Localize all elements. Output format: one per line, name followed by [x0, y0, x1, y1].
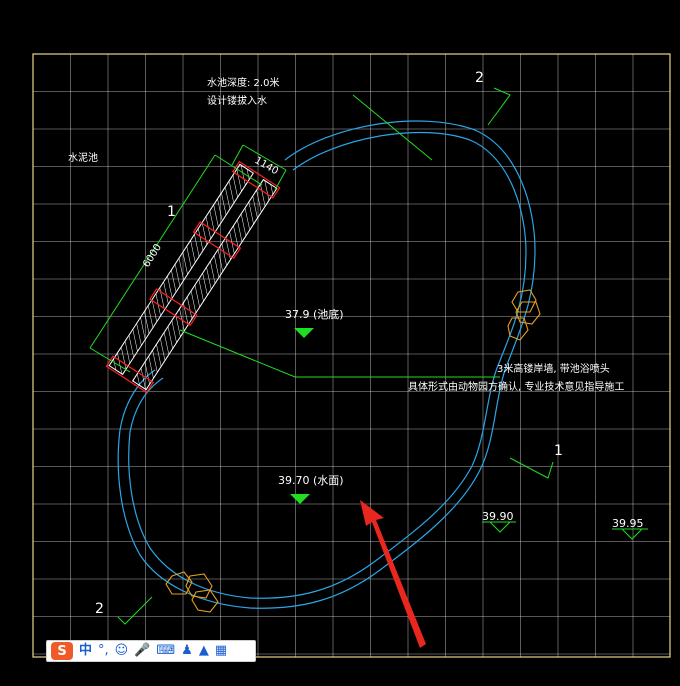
- length-dimension: 6000: [141, 242, 164, 269]
- pool-outline: [117, 120, 536, 609]
- section-mark-top: 2: [475, 70, 484, 86]
- section-mark-right: 1: [554, 443, 563, 459]
- emoji-icon[interactable]: ☺: [115, 642, 129, 660]
- elevation-water-surface: 39.70 (水面): [278, 474, 344, 487]
- fountain-note-line1: 3米高镂岸墙, 带池浴喷头: [497, 362, 610, 375]
- retaining-wall: [105, 160, 281, 394]
- elevation-markers: [290, 328, 648, 540]
- section-mark-bottom: 2: [95, 601, 104, 617]
- ime-punct-toggle[interactable]: °,: [98, 642, 109, 660]
- ime-logo[interactable]: S: [51, 642, 73, 660]
- left-label: 水泥池: [68, 151, 98, 164]
- fountain-note-line2: 具体形式由动物园方确认, 专业技术意见指导施工: [408, 380, 624, 393]
- user-icon[interactable]: ♟: [181, 642, 193, 660]
- keyboard-icon[interactable]: ⌨: [156, 642, 175, 660]
- ime-toolbar[interactable]: S 中 °, ☺ 🎤 ⌨ ♟ ▲ ▦: [46, 640, 256, 662]
- elevation-right-a: 39.90: [482, 510, 514, 523]
- rocks-left: [165, 571, 219, 613]
- elevation-pool-bottom: 37.9 (池底): [285, 307, 344, 321]
- rocks-right: [507, 289, 541, 341]
- grid-icon[interactable]: ▦: [215, 642, 227, 660]
- microphone-icon[interactable]: 🎤: [134, 642, 150, 660]
- cad-drawing: 水池深度: 2.0米 设计镂拔入水 水泥池 1140 6000 2 1 1 2 …: [32, 53, 671, 658]
- section-mark-left: 1: [167, 204, 176, 220]
- elevation-right-b: 39.95: [612, 517, 644, 530]
- pool-design-note: 设计镂拔入水: [207, 94, 267, 107]
- ime-mode-toggle[interactable]: 中: [79, 642, 92, 660]
- annotation-arrow: [360, 500, 426, 648]
- shirt-icon[interactable]: ▲: [199, 642, 209, 660]
- pool-depth-note: 水池深度: 2.0米: [207, 76, 279, 89]
